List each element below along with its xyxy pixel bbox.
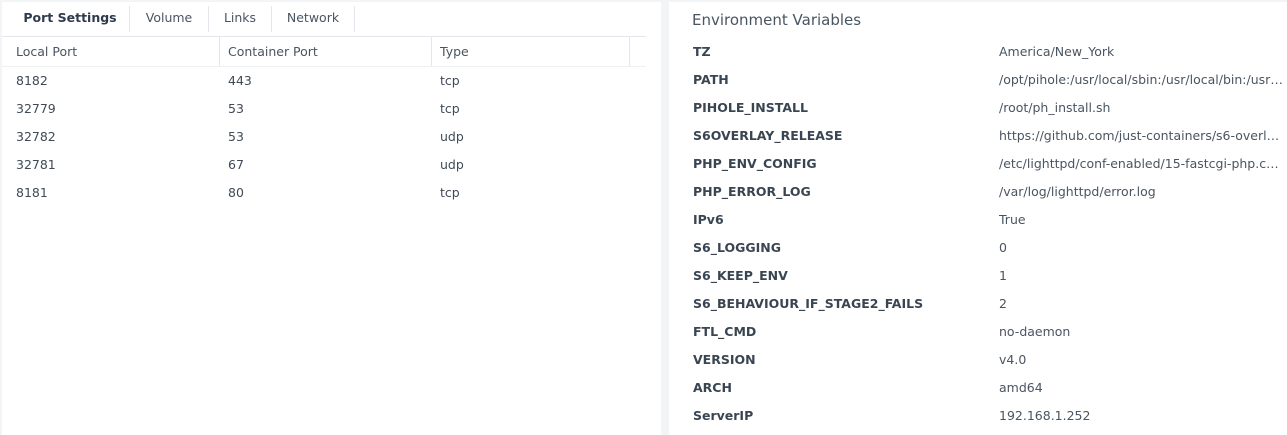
env-var-row: S6_BEHAVIOUR_IF_STAGE2_FAILS 2 — [669, 290, 1287, 318]
env-var-row: S6OVERLAY_RELEASE https://github.com/jus… — [669, 122, 1287, 150]
env-var-key: PHP_ENV_CONFIG — [693, 156, 817, 171]
tab-links[interactable]: Links — [209, 2, 271, 36]
env-var-row: TZ America/New_York — [669, 38, 1287, 66]
column-header-local-port[interactable]: Local Port — [16, 37, 77, 66]
env-var-key: PIHOLE_INSTALL — [693, 100, 808, 115]
env-var-key: S6_BEHAVIOUR_IF_STAGE2_FAILS — [693, 296, 924, 311]
column-header-container-port[interactable]: Container Port — [228, 37, 318, 66]
tab-port-settings[interactable]: Port Settings — [11, 2, 129, 36]
env-var-row: FTL_CMD no-daemon — [669, 318, 1287, 346]
tab-volume[interactable]: Volume — [130, 2, 208, 36]
env-var-row: PHP_ENV_CONFIG /etc/lighttpd/conf-enable… — [669, 150, 1287, 178]
tab-divider — [354, 6, 355, 32]
tab-bar: Port Settings Volume Links Network — [2, 2, 646, 37]
tab-network[interactable]: Network — [272, 2, 354, 36]
type-cell: tcp — [440, 73, 460, 88]
type-cell: tcp — [440, 185, 460, 200]
env-var-key: S6_LOGGING — [693, 240, 781, 255]
env-var-key: PHP_ERROR_LOG — [693, 184, 811, 199]
column-resize-handle[interactable] — [219, 37, 220, 66]
env-var-value: 2 — [999, 296, 1007, 311]
container-port-cell: 53 — [228, 101, 244, 116]
table-row[interactable]: 32779 53 tcp — [2, 95, 646, 123]
container-port-cell: 53 — [228, 129, 244, 144]
env-var-key: VERSION — [693, 352, 756, 367]
env-var-row: ARCH amd64 — [669, 374, 1287, 402]
table-row[interactable]: 32781 67 udp — [2, 151, 646, 179]
env-var-value: 1 — [999, 268, 1007, 283]
env-var-key: ARCH — [693, 380, 732, 395]
env-var-row: IPv6 True — [669, 206, 1287, 234]
env-var-key: TZ — [693, 44, 711, 59]
env-var-row: PATH /opt/pihole:/usr/local/sbin:/usr/lo… — [669, 66, 1287, 94]
local-port-cell: 32779 — [16, 101, 56, 116]
type-cell: udp — [440, 129, 464, 144]
env-var-value: /opt/pihole:/usr/local/sbin:/usr/local/b… — [999, 72, 1285, 87]
environment-variables-panel: Environment Variables TZ America/New_Yor… — [669, 2, 1287, 435]
local-port-cell: 32782 — [16, 129, 56, 144]
column-resize-handle[interactable] — [431, 37, 432, 66]
local-port-cell: 8182 — [16, 73, 48, 88]
env-var-value: /etc/lighttpd/conf-enabled/15-fastcgi-ph… — [999, 156, 1285, 171]
env-var-key: IPv6 — [693, 212, 724, 227]
table-row[interactable]: 8181 80 tcp — [2, 179, 646, 207]
env-var-value: 192.168.1.252 — [999, 408, 1091, 423]
env-var-value: v4.0 — [999, 352, 1027, 367]
env-var-value: /var/log/lighttpd/error.log — [999, 184, 1156, 199]
env-var-value: https://github.com/just-containers/s6-ov… — [999, 128, 1285, 143]
env-var-row: S6_KEEP_ENV 1 — [669, 262, 1287, 290]
container-port-cell: 443 — [228, 73, 252, 88]
env-var-row: PHP_ERROR_LOG /var/log/lighttpd/error.lo… — [669, 178, 1287, 206]
port-table-header: Local Port Container Port Type — [2, 37, 646, 67]
env-var-row: VERSION v4.0 — [669, 346, 1287, 374]
env-var-value: amd64 — [999, 380, 1043, 395]
env-var-value: no-daemon — [999, 324, 1071, 339]
env-var-value: 0 — [999, 240, 1007, 255]
local-port-cell: 8181 — [16, 185, 48, 200]
type-cell: tcp — [440, 101, 460, 116]
port-settings-panel: Port Settings Volume Links Network Local… — [2, 2, 661, 435]
local-port-cell: 32781 — [16, 157, 56, 172]
panel-title: Environment Variables — [692, 11, 862, 29]
env-var-value: America/New_York — [999, 44, 1115, 59]
column-resize-handle[interactable] — [629, 37, 630, 66]
env-var-key: S6_KEEP_ENV — [693, 268, 788, 283]
type-cell: udp — [440, 157, 464, 172]
env-var-row: PIHOLE_INSTALL /root/ph_install.sh — [669, 94, 1287, 122]
env-var-row: S6_LOGGING 0 — [669, 234, 1287, 262]
env-var-row: ServerIP 192.168.1.252 — [669, 402, 1287, 430]
env-var-key: PATH — [693, 72, 729, 87]
env-var-key: FTL_CMD — [693, 324, 757, 339]
env-var-key: ServerIP — [693, 408, 754, 423]
table-row[interactable]: 8182 443 tcp — [2, 67, 646, 95]
env-var-value: True — [999, 212, 1026, 227]
table-row[interactable]: 32782 53 udp — [2, 123, 646, 151]
env-var-key: S6OVERLAY_RELEASE — [693, 128, 843, 143]
container-port-cell: 67 — [228, 157, 244, 172]
column-header-type[interactable]: Type — [440, 37, 469, 66]
env-var-value: /root/ph_install.sh — [999, 100, 1111, 115]
container-port-cell: 80 — [228, 185, 244, 200]
